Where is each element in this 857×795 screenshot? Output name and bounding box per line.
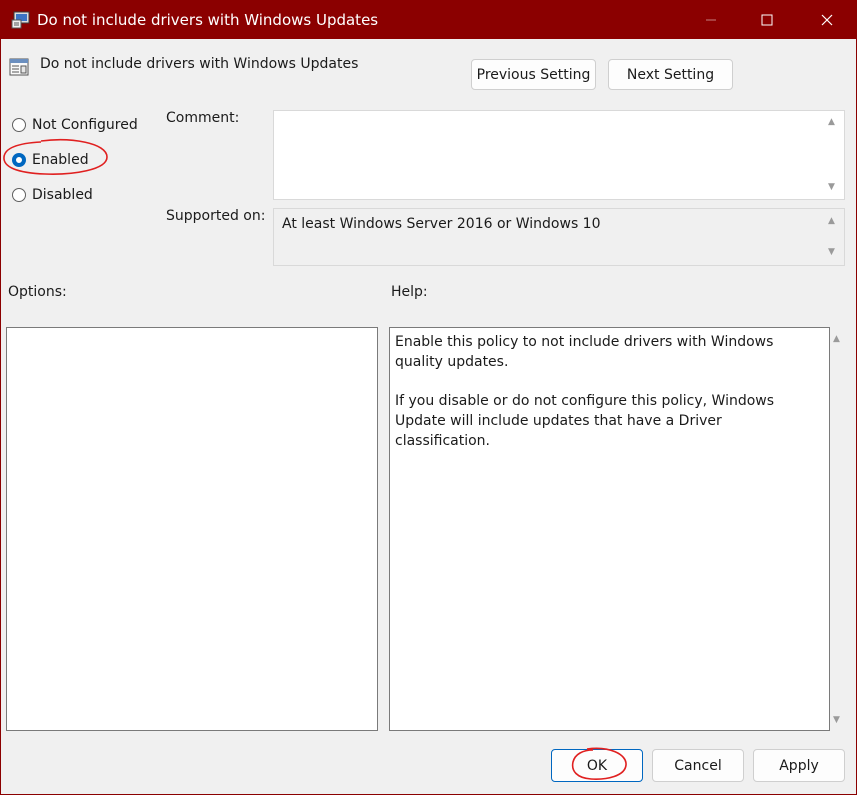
minimize-icon[interactable] [688,1,734,39]
scroll-down-icon[interactable]: ▼ [828,247,850,257]
supported-on-value: At least Windows Server 2016 or Windows … [282,216,601,232]
previous-setting-button[interactable]: Previous Setting [471,59,596,90]
radio-circle[interactable] [12,118,26,132]
ok-button[interactable]: OK [551,749,643,782]
scroll-down-icon[interactable]: ▼ [833,715,840,725]
radio-circle[interactable] [12,153,26,167]
cancel-button[interactable]: Cancel [652,749,744,782]
radio-label: Disabled [32,187,93,203]
help-label: Help: [391,284,428,300]
help-panel: Enable this policy to not include driver… [389,327,830,731]
window-title: Do not include drivers with Windows Upda… [37,11,379,29]
title-bar[interactable]: Do not include drivers with Windows Upda… [1,1,856,39]
policy-setting-icon [9,57,29,77]
apply-button[interactable]: Apply [753,749,845,782]
options-label: Options: [8,284,67,300]
radio-disabled[interactable]: Disabled [12,185,93,205]
radio-label: Enabled [32,152,89,168]
radio-not-configured[interactable]: Not Configured [12,115,138,135]
policy-dialog-window: Do not include drivers with Windows Upda… [0,0,857,795]
radio-circle[interactable] [12,188,26,202]
radio-label: Not Configured [32,117,138,133]
close-icon[interactable] [804,1,850,39]
scroll-up-icon[interactable]: ▲ [833,334,840,344]
options-panel [6,327,378,731]
next-setting-button[interactable]: Next Setting [608,59,733,90]
radio-enabled[interactable]: Enabled [12,150,89,170]
scroll-up-icon[interactable]: ▲ [828,117,850,127]
scroll-down-icon[interactable]: ▼ [828,182,850,787]
maximize-icon[interactable] [744,1,790,39]
comment-field[interactable] [273,110,845,200]
help-paragraph: If you disable or do not configure this … [395,393,775,449]
help-paragraph: Enable this policy to not include driver… [395,334,774,370]
supported-on-field: At least Windows Server 2016 or Windows … [273,208,845,266]
scroll-up-icon[interactable]: ▲ [828,216,850,226]
setting-title: Do not include drivers with Windows Upda… [40,56,359,72]
policy-window-icon [11,10,31,30]
supported-on-label: Supported on: [166,208,266,224]
comment-label: Comment: [166,110,240,126]
